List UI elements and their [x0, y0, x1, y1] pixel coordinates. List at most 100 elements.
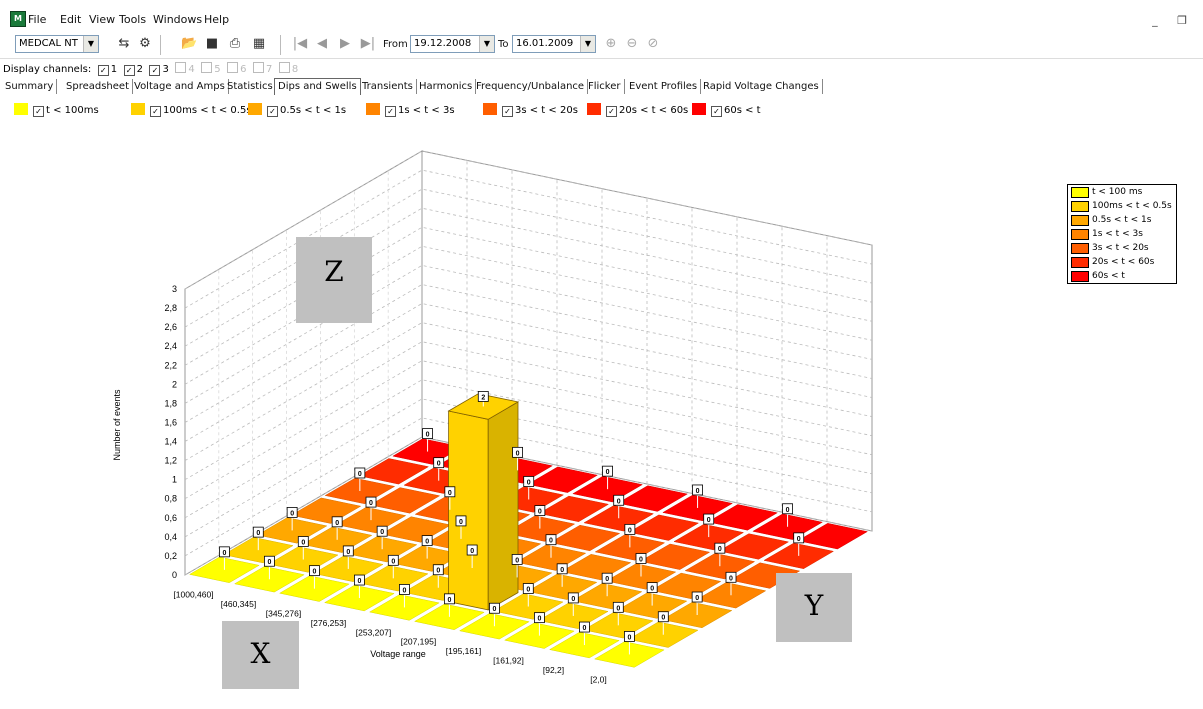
tab-rapid-voltage-changes[interactable]: Rapid Voltage Changes — [700, 79, 823, 94]
tab-dips-and-swells[interactable]: Dips and Swells — [274, 78, 361, 95]
duration-filter-label: 20s < t < 60s — [619, 105, 689, 116]
data-label: 0 — [639, 557, 643, 564]
previous-record-icon[interactable]: ◀ — [314, 36, 330, 52]
channel-checkbox-1[interactable]: ✓ — [97, 65, 109, 76]
channel-checkbox-5[interactable] — [201, 62, 213, 73]
x-tick-label: [161,92] — [493, 656, 524, 666]
duration-filter-label: 60s < t — [724, 105, 761, 116]
duration-filter-strip: ✓ t < 100ms ✓ 100ms < t < 0.5s ✓ 0.5s < t <… — [0, 100, 1203, 118]
channel-checkbox-8[interactable] — [278, 62, 290, 73]
z-tick-label: 1,6 — [164, 417, 177, 427]
tab-summary[interactable]: Summary — [2, 79, 58, 94]
filter-checkbox[interactable]: ✓ — [33, 106, 44, 117]
channel-checkbox-7[interactable] — [252, 62, 264, 73]
tab-flicker[interactable]: Flicker — [585, 79, 625, 94]
data-label: 0 — [256, 530, 260, 537]
chevron-down-icon[interactable]: ▼ — [580, 36, 595, 52]
data-label: 0 — [616, 605, 620, 612]
zoom-out-icon[interactable]: ⊖ — [624, 36, 640, 52]
duration-filter-item[interactable]: ✓ 100ms < t < 0.5s — [131, 103, 252, 117]
device-select-value: MEDCAL NT — [19, 38, 78, 49]
tab-harmonics[interactable]: Harmonics — [416, 79, 477, 94]
channel-checkbox-4[interactable] — [175, 62, 187, 73]
tab-event-profiles[interactable]: Event Profiles — [626, 79, 702, 94]
channel-number: 1 — [110, 64, 118, 75]
data-label: 0 — [537, 616, 541, 623]
channel-number: 8 — [291, 64, 299, 75]
menu-help[interactable]: Help — [204, 13, 229, 26]
filter-checkbox[interactable]: ✓ — [502, 106, 513, 117]
chevron-down-icon[interactable]: ▼ — [83, 36, 98, 52]
display-channels-label: Display channels: — [3, 64, 92, 75]
export-icon[interactable]: ▦ — [251, 36, 267, 52]
first-record-icon[interactable]: |◀ — [292, 36, 308, 52]
duration-filter-item[interactable]: ✓ 60s < t — [692, 103, 761, 117]
data-label: 0 — [290, 510, 294, 517]
tab-transients[interactable]: Transients — [359, 79, 417, 94]
data-label: 0 — [571, 596, 575, 603]
menu-view[interactable]: View — [89, 13, 115, 26]
tab-statistics[interactable]: Statistics — [224, 79, 277, 94]
channel-checkbox-2[interactable]: ✓ — [123, 65, 135, 76]
duration-filter-item[interactable]: ✓ 1s < t < 3s — [366, 103, 455, 117]
tab-frequency-unbalance[interactable]: Frequency/Unbalance — [473, 79, 589, 94]
zoom-in-icon[interactable]: ⊕ — [603, 36, 619, 52]
filter-checkbox[interactable]: ✓ — [711, 106, 722, 117]
legend-label: 1s < t < 3s — [1092, 229, 1143, 239]
color-swatch — [587, 103, 601, 115]
legend-label: 3s < t < 20s — [1092, 243, 1149, 253]
color-swatch — [248, 103, 262, 115]
duration-filter-item[interactable]: ✓ 20s < t < 60s — [587, 103, 688, 117]
legend-label: 20s < t < 60s — [1092, 257, 1155, 267]
device-select[interactable]: MEDCAL NT ▼ — [15, 35, 99, 53]
tab-voltage-and-amps[interactable]: Voltage and Amps — [131, 79, 229, 94]
connect-icon[interactable]: ⇆ — [116, 36, 132, 52]
duration-filter-item[interactable]: ✓ 3s < t < 20s — [483, 103, 578, 117]
window-controls[interactable]: _ ❐ — [1152, 14, 1195, 27]
data-label: 0 — [617, 498, 621, 505]
chevron-down-icon[interactable]: ▼ — [479, 36, 494, 52]
from-date-field[interactable]: 19.12.2008 ▼ — [410, 35, 495, 53]
data-label: 0 — [346, 549, 350, 556]
y-axis-title: Number of events — [112, 389, 122, 461]
duration-filter-label: 1s < t < 3s — [398, 105, 455, 116]
data-label: 0 — [538, 509, 542, 516]
legend-swatch — [1071, 229, 1089, 240]
filter-checkbox[interactable]: ✓ — [385, 106, 396, 117]
to-date-field[interactable]: 16.01.2009 ▼ — [512, 35, 596, 53]
data-label: 0 — [267, 559, 271, 566]
channel-checkbox-6[interactable] — [227, 62, 239, 73]
zoom-reset-icon[interactable]: ⊘ — [645, 36, 661, 52]
data-label: 0 — [402, 587, 406, 594]
data-label: 0 — [628, 527, 632, 534]
menu-bar: M File Edit View Tools Windows Help _ ❐ — [0, 0, 1203, 32]
z-tick-label: 2,4 — [164, 341, 177, 351]
legend-entry: 60s < t — [1068, 269, 1176, 283]
channel-number: 7 — [265, 64, 273, 75]
tab-spreadsheet[interactable]: Spreadsheet — [63, 79, 133, 94]
last-record-icon[interactable]: ▶| — [360, 36, 376, 52]
print-icon[interactable]: ⎙ — [227, 36, 243, 52]
menu-tools[interactable]: Tools — [119, 13, 146, 26]
save-icon[interactable]: ■ — [204, 36, 220, 52]
next-record-icon[interactable]: ▶ — [337, 36, 353, 52]
duration-filter-item[interactable]: ✓ 0.5s < t < 1s — [248, 103, 346, 117]
legend-label: 100ms < t < 0.5s — [1092, 201, 1172, 211]
open-folder-icon[interactable]: 📂 — [181, 36, 197, 52]
menu-file[interactable]: File — [28, 13, 46, 26]
z-tick-label: 2,2 — [164, 360, 177, 370]
data-label: 0 — [470, 548, 474, 555]
legend-entry: 20s < t < 60s — [1068, 255, 1176, 269]
to-label: To — [498, 39, 509, 50]
channel-checkbox-3[interactable]: ✓ — [149, 65, 161, 76]
menu-edit[interactable]: Edit — [60, 13, 81, 26]
settings-icon[interactable]: ⚙ — [137, 36, 153, 52]
z-tick-label: 1,8 — [164, 398, 177, 408]
filter-checkbox[interactable]: ✓ — [150, 106, 161, 117]
filter-checkbox[interactable]: ✓ — [606, 106, 617, 117]
duration-filter-item[interactable]: ✓ t < 100ms — [14, 103, 99, 117]
filter-checkbox[interactable]: ✓ — [267, 106, 278, 117]
data-label: 0 — [301, 540, 305, 547]
menu-windows[interactable]: Windows — [153, 13, 202, 26]
data-label: 0 — [526, 587, 530, 594]
